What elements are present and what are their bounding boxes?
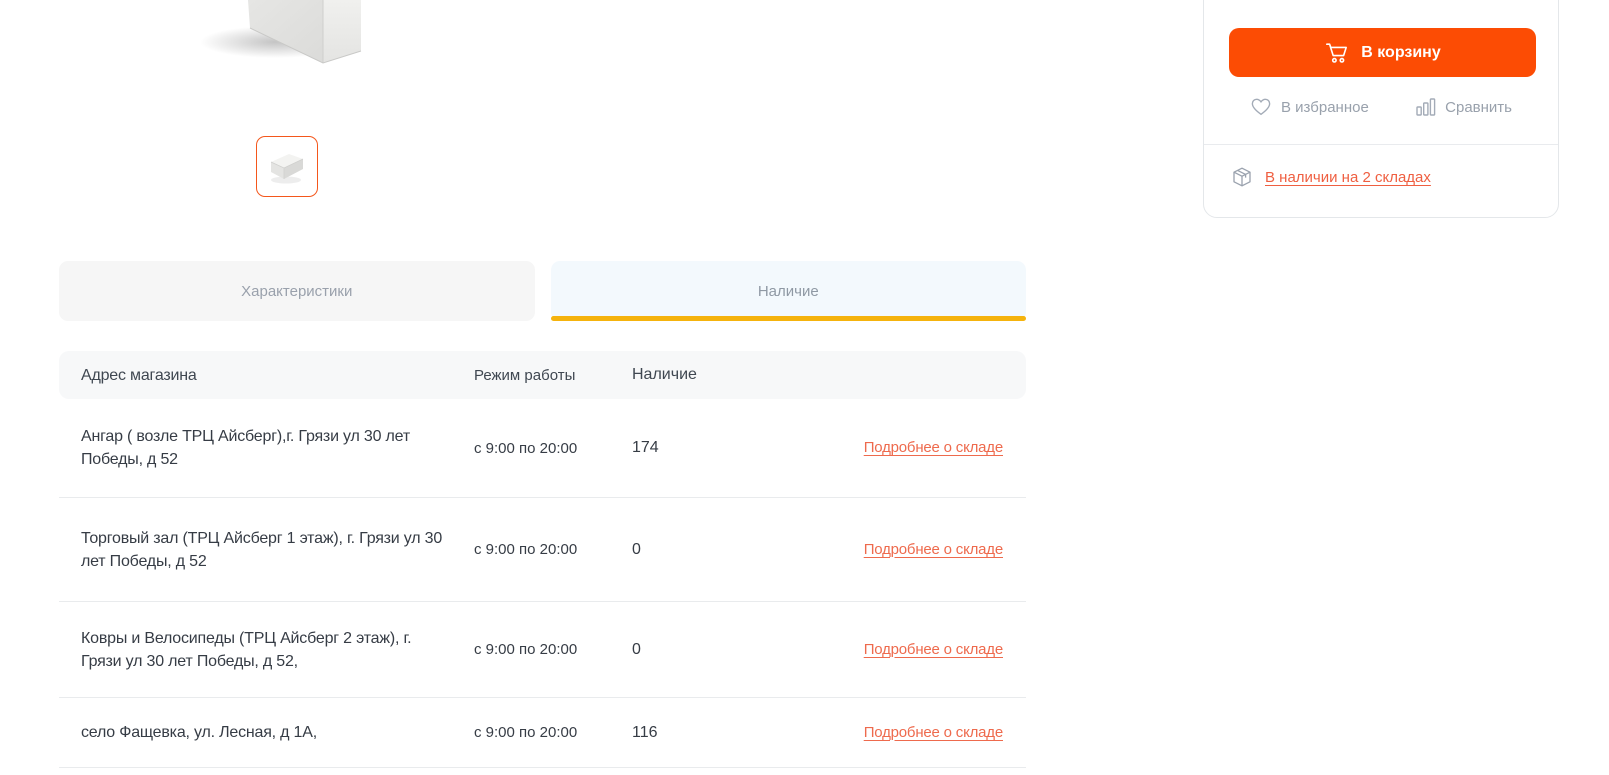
warehouse-details-link[interactable]: Подробнее о складе bbox=[864, 724, 1003, 741]
header-store-address: Адрес магазина bbox=[81, 366, 197, 384]
table-row: Торговый зал (ТРЦ Айсберг 1 этаж), г. Гр… bbox=[59, 498, 1026, 602]
favorites-label: В избранное bbox=[1281, 98, 1369, 116]
compare-bars-icon bbox=[1416, 98, 1436, 116]
working-hours: с 9:00 по 20:00 bbox=[474, 724, 578, 741]
warehouse-details-link[interactable]: Подробнее о складе bbox=[864, 541, 1003, 558]
working-hours: с 9:00 по 20:00 bbox=[474, 541, 578, 558]
stock-quantity: 0 bbox=[632, 640, 641, 658]
product-tabs: Характеристики Наличие bbox=[59, 261, 1026, 321]
add-to-cart-button[interactable]: В корзину bbox=[1229, 28, 1536, 77]
store-address: Ковры и Велосипеды (ТРЦ Айсберг 2 этаж),… bbox=[81, 629, 412, 670]
stock-quantity: 116 bbox=[632, 723, 658, 741]
table-row: Ковры и Велосипеды (ТРЦ Айсберг 2 этаж),… bbox=[59, 602, 1026, 698]
stock-availability-row: В наличии на 2 складах bbox=[1230, 165, 1431, 189]
table-row: село Фащевка, ул. Лесная, д 1А, с 9:00 п… bbox=[59, 698, 1026, 768]
purchase-card: В корзину В избранное Сравнить В наличии… bbox=[1203, 0, 1559, 218]
concrete-block-thumbnail-image bbox=[270, 153, 304, 183]
store-address: Ангар ( возле ТРЦ Айсберг),г. Грязи ул 3… bbox=[81, 428, 410, 468]
tab-availability-label: Наличие bbox=[757, 282, 819, 300]
availability-table: Адрес магазина Режим работы Наличие Анга… bbox=[59, 351, 1026, 768]
warehouse-details-link[interactable]: Подробнее о складе bbox=[864, 641, 1003, 658]
product-main-image[interactable] bbox=[190, 0, 370, 88]
card-divider bbox=[1204, 144, 1558, 145]
store-address: село Фащевка, ул. Лесная, д 1А, bbox=[81, 724, 317, 741]
table-row: Ангар ( возле ТРЦ Айсберг),г. Грязи ул 3… bbox=[59, 399, 1026, 498]
product-page: { "product": { "main_image": "white-aera… bbox=[0, 0, 1609, 775]
store-address: Торговый зал (ТРЦ Айсберг 1 этаж), г. Гр… bbox=[81, 529, 443, 570]
stock-quantity: 174 bbox=[632, 439, 659, 456]
compare-label: Сравнить bbox=[1445, 98, 1512, 116]
add-to-favorites-button[interactable]: В избранное bbox=[1250, 94, 1369, 120]
tab-availability[interactable]: Наличие bbox=[550, 261, 1026, 321]
header-working-hours: Режим работы bbox=[474, 366, 576, 384]
working-hours: с 9:00 по 20:00 bbox=[474, 439, 578, 457]
compare-button[interactable]: Сравнить bbox=[1416, 94, 1512, 120]
stock-quantity: 0 bbox=[632, 540, 641, 558]
heart-icon bbox=[1251, 98, 1271, 116]
warehouse-details-link[interactable]: Подробнее о складе bbox=[864, 439, 1003, 456]
table-header-row: Адрес магазина Режим работы Наличие bbox=[59, 351, 1026, 399]
concrete-block-image bbox=[200, 0, 362, 64]
add-to-cart-label: В корзину bbox=[1361, 43, 1441, 61]
tab-characteristics[interactable]: Характеристики bbox=[59, 261, 535, 321]
working-hours: с 9:00 по 20:00 bbox=[474, 641, 578, 658]
tab-characteristics-label: Характеристики bbox=[241, 282, 353, 300]
cart-icon bbox=[1326, 42, 1348, 63]
stock-availability-link[interactable]: В наличии на 2 складах bbox=[1265, 169, 1431, 186]
header-availability: Наличие bbox=[632, 366, 697, 383]
product-thumbnail-selected[interactable] bbox=[256, 136, 318, 197]
package-box-icon bbox=[1233, 167, 1251, 187]
card-actions-row: В избранное Сравнить bbox=[1204, 94, 1558, 120]
